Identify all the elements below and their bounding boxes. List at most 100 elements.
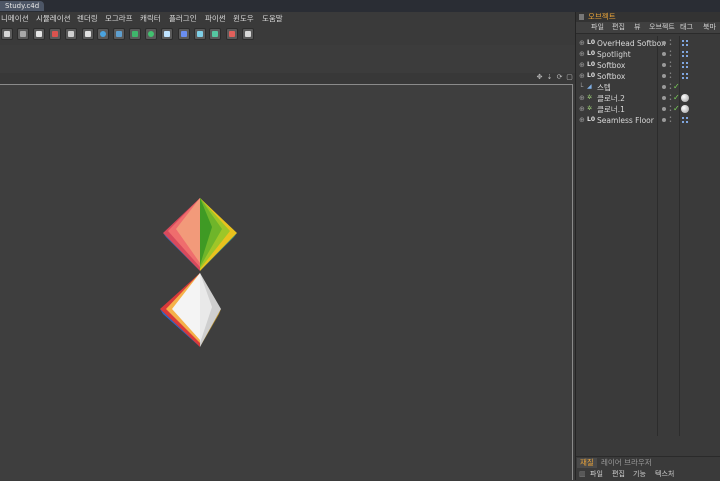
object-name[interactable]: Softbox — [597, 71, 625, 82]
sphere-icon[interactable] — [97, 28, 109, 40]
light-tag-icon[interactable] — [682, 117, 692, 124]
menu-item-simulation[interactable]: 시뮬레이션 — [36, 13, 71, 24]
stage-icon: ◢ — [587, 83, 592, 90]
deformer-icon[interactable] — [194, 28, 206, 40]
list-item[interactable]: ⊕ ✲ 클로너.1 • • ✓ — [576, 104, 720, 115]
expand-icon[interactable]: ⊕ — [579, 61, 586, 69]
render-settings-icon[interactable] — [65, 28, 77, 40]
render-visibility-icon[interactable]: • • — [669, 61, 672, 70]
window-title[interactable]: Study.c4d — [0, 1, 45, 11]
om-menu-file[interactable]: 파일 — [591, 22, 604, 33]
menu-item-python[interactable]: 파이썬 — [205, 13, 226, 24]
render-icon[interactable] — [33, 28, 45, 40]
light-tag-icon[interactable] — [682, 73, 692, 80]
expand-icon[interactable]: ⊕ — [579, 94, 586, 102]
render-visibility-icon[interactable]: • • — [669, 105, 672, 114]
expand-icon[interactable]: ⊕ — [579, 116, 586, 124]
list-item[interactable]: ⊕ L0 Spotlight • • — [576, 49, 720, 60]
title-bar: Study.c4d — [0, 0, 720, 12]
material-tag-icon[interactable] — [681, 105, 689, 113]
grip-icon[interactable]: ▥ — [579, 469, 586, 480]
enabled-check-icon[interactable]: ✓ — [673, 93, 680, 103]
menu-item-render[interactable]: 렌더링 — [77, 13, 98, 24]
effector-icon[interactable] — [209, 28, 221, 40]
tab-layer-browser[interactable]: 레이어 브라우저 — [598, 458, 655, 468]
zoom-view-icon[interactable]: ⇣ — [546, 74, 553, 81]
light-tag-icon[interactable] — [682, 62, 692, 69]
light-icon: L0 — [587, 72, 595, 79]
menu-item-character[interactable]: 캐릭터 — [140, 13, 161, 24]
maximize-view-icon[interactable]: ▢ — [566, 74, 573, 81]
list-item[interactable]: ⊕ L0 OverHead Softbox • • — [576, 38, 720, 49]
visibility-dot-icon[interactable] — [662, 118, 666, 122]
enabled-check-icon[interactable]: ✓ — [673, 82, 680, 92]
visibility-dot-icon[interactable] — [662, 85, 666, 89]
menu-item-plugins[interactable]: 플러그인 — [169, 13, 197, 24]
light-icon: L0 — [587, 50, 595, 57]
list-item[interactable]: ⊕ L0 Softbox • • — [576, 71, 720, 82]
object-manager-title[interactable]: 오브젝트 — [588, 12, 616, 22]
om-menu-objects[interactable]: 오브젝트 — [649, 22, 675, 33]
move-view-icon[interactable]: ✥ — [536, 74, 543, 81]
camera-icon[interactable] — [226, 28, 238, 40]
expand-icon[interactable]: ⊕ — [579, 39, 586, 47]
light-icon[interactable] — [242, 28, 254, 40]
visibility-dot-icon[interactable] — [662, 96, 666, 100]
om-menu-bookmarks[interactable]: 북마 — [703, 22, 716, 33]
expand-icon[interactable]: ⊕ — [579, 50, 586, 58]
object-name[interactable]: 클로너.1 — [597, 104, 625, 115]
subdivision-icon[interactable] — [129, 28, 141, 40]
tab-materials[interactable]: 재질 — [577, 458, 597, 468]
om-menu-view[interactable]: 뷰 — [634, 22, 640, 33]
visibility-dot-icon[interactable] — [662, 41, 666, 45]
render-region-icon[interactable] — [49, 28, 61, 40]
mm-menu-file[interactable]: 파일 — [590, 469, 603, 480]
light-tag-icon[interactable] — [682, 40, 692, 47]
menu-item-help[interactable]: 도움말 — [262, 13, 283, 24]
object-name[interactable]: Spotlight — [597, 49, 631, 60]
list-item[interactable]: ⊕ L0 Softbox • • — [576, 60, 720, 71]
menu-item-window[interactable]: 윈도우 — [233, 13, 254, 24]
menu-item-mograph[interactable]: 모그라프 — [105, 13, 133, 24]
render-visibility-icon[interactable]: • • — [669, 39, 672, 48]
list-item[interactable]: └ ◢ 스텝 • • ✓ — [576, 82, 720, 93]
spline-icon[interactable] — [178, 28, 190, 40]
menu-item-animation[interactable]: 니메이션 — [1, 13, 29, 24]
scene-render — [160, 198, 237, 347]
cube-gear-icon[interactable] — [113, 28, 125, 40]
panel-grip-icon[interactable] — [579, 14, 584, 20]
cloner-icon[interactable] — [145, 28, 157, 40]
visibility-dot-icon[interactable] — [662, 107, 666, 111]
particle-icon[interactable] — [161, 28, 173, 40]
render-visibility-icon[interactable]: • • — [669, 83, 672, 92]
material-tag-icon[interactable] — [681, 94, 689, 102]
film-icon[interactable] — [17, 28, 29, 40]
om-menu-edit[interactable]: 편집 — [612, 22, 625, 33]
object-name[interactable]: OverHead Softbox — [597, 38, 665, 49]
enabled-check-icon[interactable]: ✓ — [673, 104, 680, 114]
expand-icon[interactable]: ⊕ — [579, 72, 586, 80]
3d-viewport[interactable] — [0, 84, 573, 480]
visibility-dot-icon[interactable] — [662, 52, 666, 56]
mm-menu-edit[interactable]: 편집 — [612, 469, 625, 480]
mm-menu-texture[interactable]: 텍스처 — [655, 469, 674, 480]
render-visibility-icon[interactable]: • • — [669, 116, 672, 125]
visibility-dot-icon[interactable] — [662, 74, 666, 78]
list-item[interactable]: ⊕ L0 Seamless Floor • • — [576, 115, 720, 126]
render-visibility-icon[interactable]: • • — [669, 50, 672, 59]
om-menu-tags[interactable]: 태그 — [680, 22, 693, 33]
visibility-dot-icon[interactable] — [662, 63, 666, 67]
mm-menu-function[interactable]: 기능 — [633, 469, 646, 480]
object-name[interactable]: Seamless Floor — [597, 115, 654, 126]
null-object-icon[interactable] — [82, 28, 94, 40]
object-name[interactable]: 스텝 — [597, 82, 611, 93]
object-name[interactable]: Softbox — [597, 60, 625, 71]
light-tag-icon[interactable] — [682, 51, 692, 58]
object-name[interactable]: 클로너.2 — [597, 93, 625, 104]
rotate-view-icon[interactable]: ⟳ — [556, 74, 563, 81]
render-visibility-icon[interactable]: • • — [669, 94, 672, 103]
list-item[interactable]: ⊕ ✲ 클로너.2 • • ✓ — [576, 93, 720, 104]
expand-icon[interactable]: ⊕ — [579, 105, 586, 113]
clapper-icon[interactable] — [1, 28, 13, 40]
render-visibility-icon[interactable]: • • — [669, 72, 672, 81]
